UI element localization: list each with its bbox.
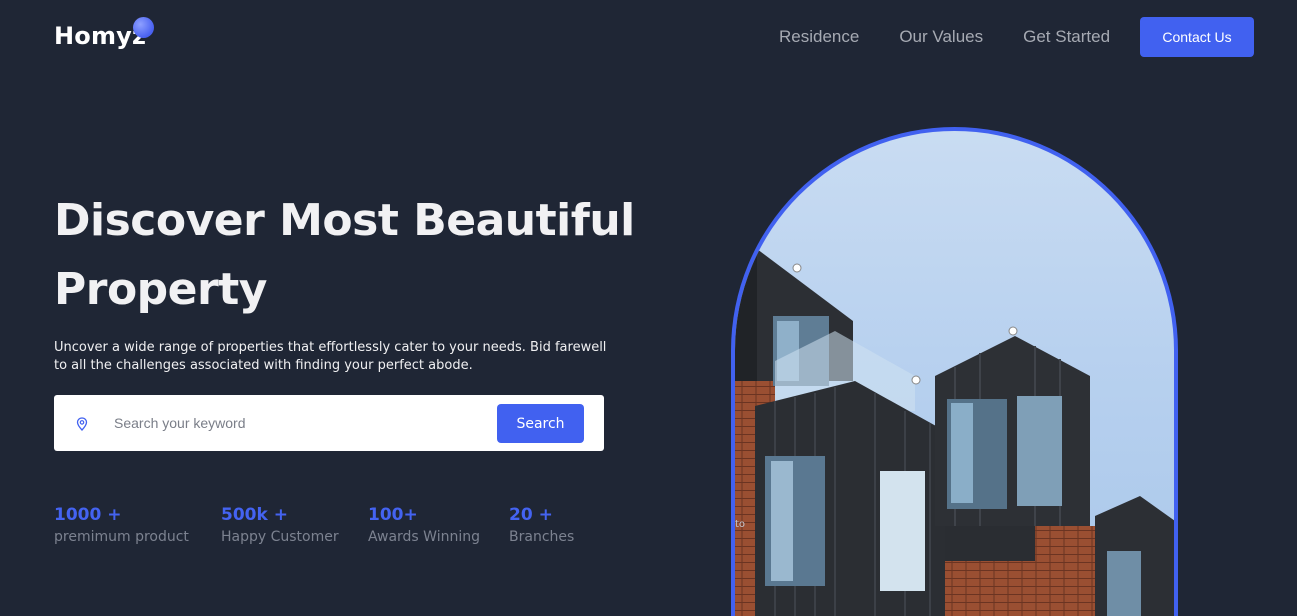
stat-label: premimum product (54, 529, 189, 545)
hero-image-arch (731, 127, 1178, 616)
logo-dot-icon (133, 17, 154, 38)
image-caption-fragment: to (735, 519, 746, 530)
nav-item-our-values[interactable]: Our Values (899, 27, 983, 47)
stat-customers: 500k + Happy Customer (221, 505, 339, 546)
stat-branches: 20 + Branches (509, 505, 574, 546)
stat-awards: 100+ Awards Winning (368, 505, 480, 546)
stat-value: 100+ (368, 505, 418, 525)
search-bar: Search (54, 395, 604, 451)
hero-title: Discover Most Beautiful Property (54, 195, 635, 315)
nav-item-get-started[interactable]: Get Started (1023, 27, 1110, 47)
stat-label: Happy Customer (221, 529, 339, 545)
stat-value: 20 + (509, 505, 553, 525)
search-input[interactable] (114, 409, 474, 437)
stat-label: Awards Winning (368, 529, 480, 545)
stat-value: 1000 + (54, 505, 122, 525)
stat-label: Branches (509, 529, 575, 545)
contact-us-button[interactable]: Contact Us (1140, 17, 1254, 57)
main-nav: Residence Our Values Get Started (779, 27, 1150, 47)
nav-item-residence[interactable]: Residence (779, 27, 859, 47)
location-pin-icon (76, 416, 88, 431)
hero-description: Uncover a wide range of properties that … (54, 340, 607, 373)
stat-value: 500k + (221, 505, 288, 525)
building-illustration (735, 249, 1174, 616)
search-button[interactable]: Search (497, 404, 584, 443)
stat-products: 1000 + premimum product (54, 505, 189, 546)
